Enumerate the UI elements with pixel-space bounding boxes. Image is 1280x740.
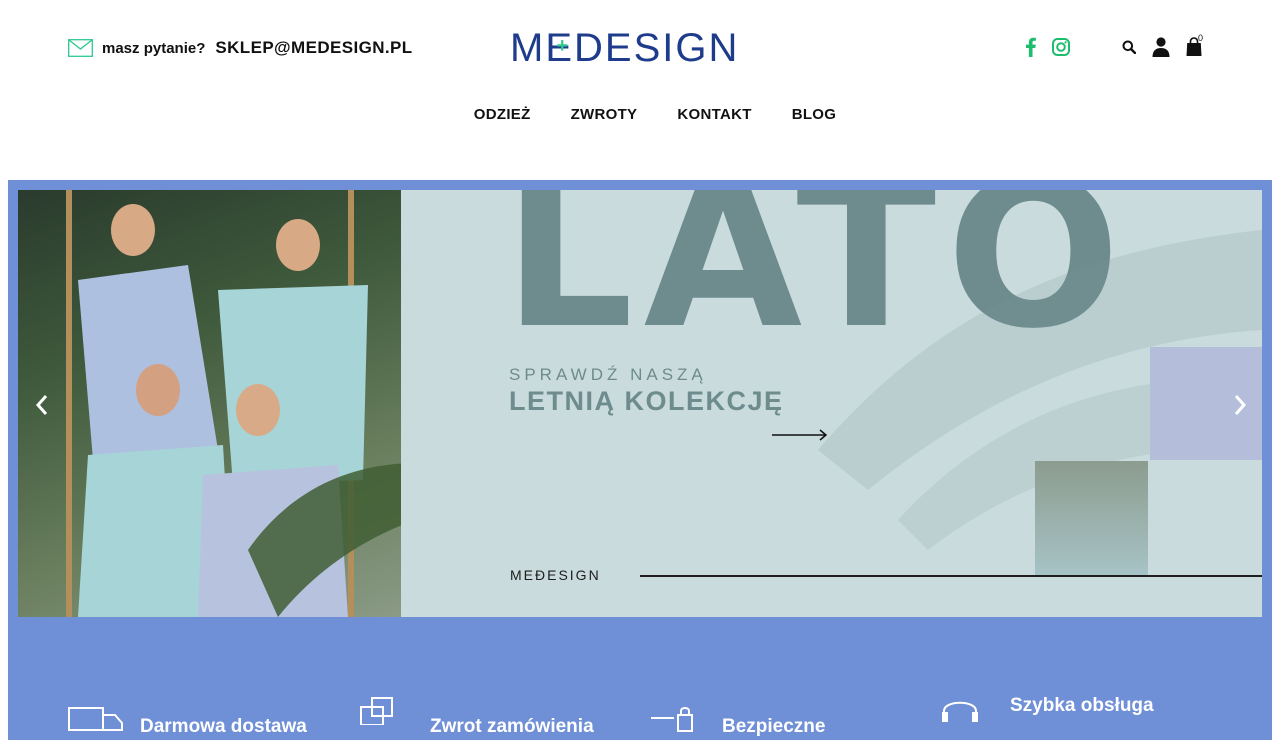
banner-thumbnail-bottom [1035, 461, 1148, 575]
logo-suffix: DESIGN [574, 26, 740, 70]
slider-prev-icon[interactable] [32, 393, 52, 417]
hero-section: LATO SPRAWDŹ NASZĄ LETNIĄ KOLEKCJĘ MEĐES… [8, 180, 1272, 740]
header: masz pytanie? SKLEP@MEDESIGN.PL ME + DESIG… [0, 0, 1280, 100]
feature-label: Szybka obsługa [1010, 695, 1154, 716]
feature-free-delivery: Darmowa dostawa [68, 705, 307, 738]
feature-fast-service: Szybka obsługa [938, 695, 1154, 725]
hero-photo [18, 190, 578, 617]
instagram-icon[interactable] [1052, 38, 1070, 61]
feature-order-return: Zwrot zamówienia [358, 695, 594, 738]
feature-secure: Bezpieczne [650, 705, 825, 738]
header-tools: 0 [1122, 33, 1203, 62]
banner-brand: MEĐESIGN [510, 567, 601, 583]
banner-subline-big[interactable]: LETNIĄ KOLEKCJĘ [509, 386, 784, 417]
contact-info: masz pytanie? SKLEP@MEDESIGN.PL [68, 38, 413, 58]
arrow-right-icon[interactable] [772, 429, 828, 441]
logo-e: E + [545, 28, 574, 68]
box-return-icon [360, 697, 393, 725]
feature-label: Bezpieczne [722, 716, 826, 737]
feature-label: Darmowa dostawa [140, 716, 307, 737]
email-link[interactable]: SKLEP@MEDESIGN.PL [215, 38, 412, 58]
search-icon[interactable] [1122, 40, 1137, 59]
logo-prefix: M [510, 26, 546, 70]
feature-label: Zwrot zamówienia [430, 716, 594, 737]
features-bar: Darmowa dostawa Zwrot zamówienia Bezpiec… [58, 692, 1218, 737]
lock-icon [651, 707, 693, 732]
nav-item-zwroty[interactable]: ZWROTY [571, 106, 638, 123]
main-navigation: ODZIEŻ ZWROTY KONTAKT BLOG [0, 106, 1280, 123]
nav-item-odziez[interactable]: ODZIEŻ [474, 106, 531, 123]
social-links [1026, 37, 1070, 62]
truck-icon [68, 707, 123, 731]
headset-icon [942, 701, 978, 722]
facebook-icon[interactable] [1026, 37, 1036, 62]
user-icon[interactable] [1152, 37, 1170, 62]
logo-text: ME + DESIGN [510, 28, 739, 68]
logo[interactable]: ME + DESIGN [510, 28, 739, 68]
cart-button[interactable]: 0 [1186, 33, 1203, 62]
logo-plus-icon: + [556, 35, 571, 57]
nav-item-kontakt[interactable]: KONTAKT [677, 106, 751, 123]
banner-divider [640, 575, 1262, 577]
mail-icon[interactable] [68, 39, 93, 57]
ask-label: masz pytanie? [102, 39, 206, 57]
nav-item-blog[interactable]: BLOG [792, 106, 837, 123]
banner-subline-small: SPRAWDŹ NASZĄ [509, 365, 707, 384]
cart-count-badge: 0 [1198, 33, 1204, 43]
slider-next-icon[interactable] [1230, 393, 1250, 417]
hero-slider[interactable]: LATO SPRAWDŹ NASZĄ LETNIĄ KOLEKCJĘ MEĐES… [18, 190, 1262, 617]
